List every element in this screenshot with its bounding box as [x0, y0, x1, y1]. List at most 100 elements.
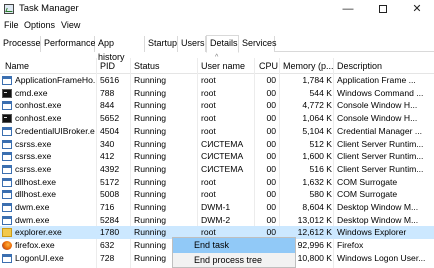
process-cpu: 00 — [266, 214, 276, 225]
window-icon — [2, 152, 12, 162]
process-name: csrss.exe — [15, 163, 52, 174]
process-status: Running — [134, 202, 167, 212]
process-user: DWM-1 — [201, 202, 231, 212]
process-user: СИСТЕМА — [201, 163, 244, 174]
window-icon — [2, 139, 12, 149]
header-pid[interactable]: PID — [100, 61, 115, 71]
close-button[interactable]: ✕ — [400, 0, 434, 18]
process-status: Running — [134, 138, 167, 149]
tab-startup[interactable]: Startup — [145, 36, 178, 52]
tab-app-history[interactable]: App history — [95, 36, 145, 62]
process-description: COM Surrogate — [337, 176, 398, 187]
header-name[interactable]: Name — [5, 61, 29, 71]
process-description: Windows Command ... — [337, 87, 424, 98]
process-pid: 844 — [100, 100, 115, 111]
end-process-tree-menu-item[interactable]: End process tree — [173, 253, 295, 268]
process-status: Running — [134, 100, 167, 111]
column-header: Name PID Status User name CPU Memory (p.… — [0, 58, 434, 74]
window-title: Task Manager — [19, 3, 79, 14]
window-icon — [2, 203, 12, 212]
menu-view[interactable]: View — [61, 20, 80, 30]
process-status: Running — [134, 151, 167, 162]
process-memory: 544 K — [309, 87, 332, 98]
minimize-button[interactable]: — — [331, 0, 365, 18]
process-pid: 632 — [100, 240, 115, 251]
maximize-button[interactable] — [366, 0, 400, 18]
process-name: conhost.exe — [15, 100, 62, 111]
folder-icon — [2, 228, 12, 238]
console-icon — [2, 114, 12, 124]
process-description: Client Server Runtim... — [337, 138, 424, 149]
process-pid: 728 — [100, 252, 115, 263]
process-name: dwm.exe — [15, 214, 50, 225]
process-status: Running — [134, 214, 167, 225]
process-pid: 4504 — [100, 125, 120, 136]
process-cpu: 00 — [266, 125, 276, 136]
header-user-name[interactable]: User name — [201, 61, 245, 71]
process-status: Running — [134, 163, 167, 174]
process-pid: 4392 — [100, 163, 120, 174]
table-row[interactable]: cmd.exe 788 Running root 00 544 K Windows Comm… — [0, 87, 434, 100]
tab-details[interactable]: Details — [206, 35, 239, 53]
process-memory: 4,772 K — [302, 100, 332, 111]
process-pid: 716 — [100, 202, 115, 212]
console-icon — [2, 88, 12, 98]
process-name: csrss.exe — [15, 138, 52, 149]
process-pid: 788 — [100, 87, 115, 98]
process-description: Windows Logon User... — [337, 252, 426, 263]
process-user: DWM-2 — [201, 214, 231, 225]
process-user: root — [201, 75, 216, 85]
process-pid: 5172 — [100, 176, 120, 187]
table-row[interactable]: dllhost.exe 5008 Running root 00 580 K COM Sur… — [0, 188, 434, 201]
process-cpu: 00 — [266, 202, 276, 212]
header-status[interactable]: Status — [134, 61, 160, 71]
window-icon — [2, 215, 12, 225]
tab-users[interactable]: Users — [178, 36, 206, 52]
process-pid: 5616 — [100, 75, 120, 85]
process-description: COM Surrogate — [337, 189, 398, 200]
firefox-icon — [2, 241, 12, 251]
process-name: conhost.exe — [15, 113, 62, 124]
table-row[interactable]: conhost.exe 5652 Running root 00 1,064 K Conso… — [0, 112, 434, 125]
process-pid: 5008 — [100, 189, 120, 200]
process-description: Console Window H... — [337, 113, 418, 124]
process-user: root — [201, 189, 216, 200]
table-row[interactable]: ApplicationFrameHo... 5616 Running root 00 1,… — [0, 74, 434, 87]
header-description[interactable]: Description — [337, 61, 382, 71]
menu-bar: File Options View — [0, 18, 434, 34]
process-memory: 13,012 K — [297, 214, 332, 225]
process-cpu: 00 — [266, 151, 276, 162]
process-description: Desktop Window M... — [337, 214, 419, 225]
process-memory: 512 K — [309, 138, 332, 149]
table-row[interactable]: csrss.exe 4392 Running СИСТЕМА 00 516 K Client… — [0, 163, 434, 176]
process-description: Credential Manager ... — [337, 125, 423, 136]
menu-file[interactable]: File — [4, 20, 19, 30]
tab-processes[interactable]: Processes — [0, 36, 45, 52]
process-cpu: 00 — [266, 176, 276, 187]
header-cpu[interactable]: CPU — [259, 61, 278, 71]
process-status: Running — [134, 87, 167, 98]
table-row[interactable]: csrss.exe 340 Running СИСТЕМА 00 512 K Client … — [0, 138, 434, 151]
process-description: Desktop Window M... — [337, 202, 419, 212]
tab-performance[interactable]: Performance — [41, 36, 96, 52]
process-status: Running — [134, 189, 167, 200]
process-user: root — [201, 87, 216, 98]
process-name: cmd.exe — [15, 87, 48, 98]
process-user: root — [201, 113, 216, 124]
process-memory: 516 K — [309, 163, 332, 174]
header-memory[interactable]: Memory (p... — [283, 61, 334, 71]
table-row[interactable]: dwm.exe 716 Running DWM-1 00 8,604 K Desktop W… — [0, 201, 434, 214]
process-pid: 412 — [100, 151, 115, 162]
process-name: firefox.exe — [15, 240, 55, 251]
table-row[interactable]: dllhost.exe 5172 Running root 00 1,632 K COM S… — [0, 176, 434, 189]
table-row[interactable]: conhost.exe 844 Running root 00 4,772 K Consol… — [0, 99, 434, 112]
tab-services[interactable]: Services — [239, 36, 277, 52]
menu-options[interactable]: Options — [24, 20, 55, 30]
tab-bar: Processes Performance App history Startu… — [0, 34, 434, 62]
table-row[interactable]: dwm.exe 5284 Running DWM-2 00 13,012 K Desktop… — [0, 214, 434, 227]
process-description: Windows Explorer — [337, 227, 407, 238]
table-row[interactable]: csrss.exe 412 Running СИСТЕМА 00 1,600 K Clien… — [0, 150, 434, 163]
end-task-menu-item[interactable]: End task — [173, 238, 295, 253]
process-user: СИСТЕМА — [201, 151, 244, 162]
table-row[interactable]: CredentialUIBroker.exe 4504 Running root 00 5… — [0, 125, 434, 138]
